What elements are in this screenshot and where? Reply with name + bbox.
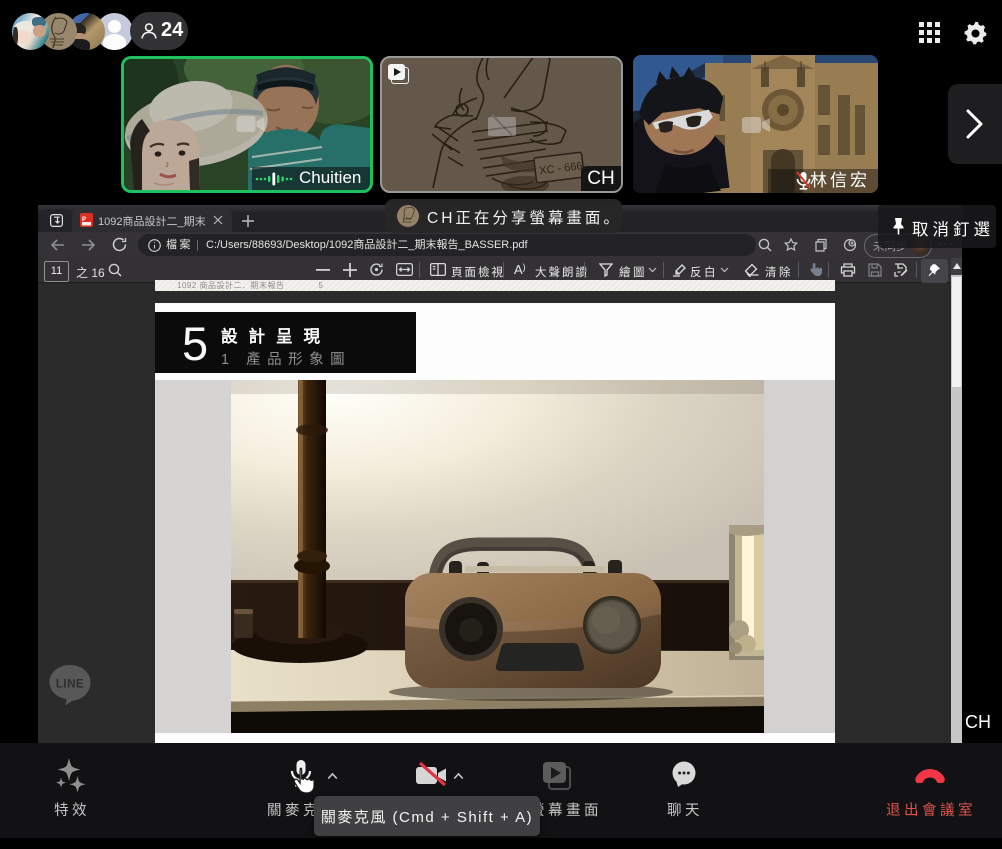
svg-text:P: P bbox=[82, 217, 86, 223]
svg-text:LINE: LINE bbox=[56, 679, 84, 691]
